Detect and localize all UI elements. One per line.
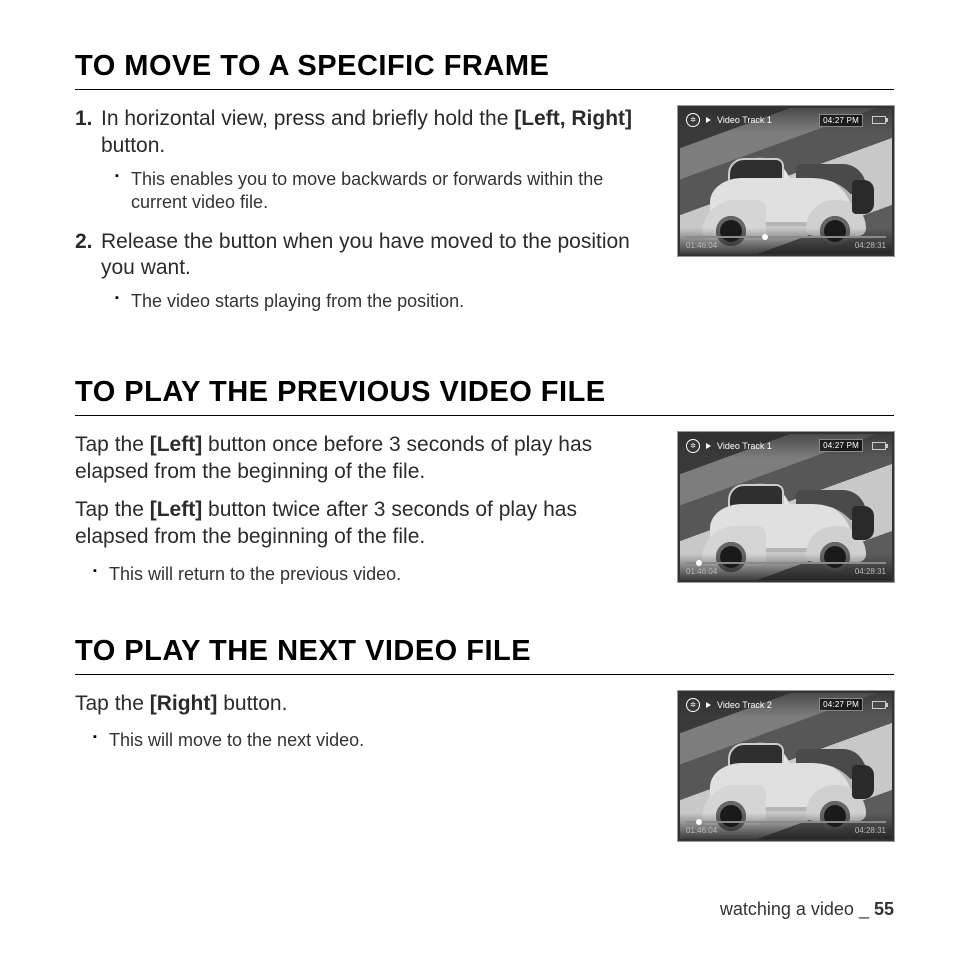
total-time: 04:28:31	[855, 241, 886, 250]
paragraph: Tap the [Left] button twice after 3 seco…	[75, 497, 654, 551]
bullet-item: This will move to the next video.	[93, 729, 654, 752]
text-column: Tap the [Left] button once before 3 seco…	[75, 432, 654, 587]
section-heading: TO PLAY THE NEXT VIDEO FILE	[75, 635, 894, 675]
clock-label: 04:27 PM	[819, 439, 863, 452]
battery-icon	[872, 701, 886, 709]
section-prev-file: TO PLAY THE PREVIOUS VIDEO FILE Tap the …	[75, 376, 894, 587]
sub-item: The video starts playing from the positi…	[115, 290, 654, 313]
page-footer: watching a video _ 55	[720, 899, 894, 920]
screenshot-3: ✲ Video Track 2 04:27 PM 01:46:04 04:28:…	[678, 691, 894, 841]
elapsed-time: 01:46:04	[686, 826, 717, 835]
bullet-item: This will return to the previous video.	[93, 563, 654, 586]
progress-bar	[686, 821, 886, 823]
footer-label: watching a video _	[720, 899, 874, 919]
clock-label: 04:27 PM	[819, 698, 863, 711]
step-number: 1.	[75, 106, 101, 160]
reel-icon: ✲	[686, 698, 700, 712]
reel-icon: ✲	[686, 113, 700, 127]
battery-icon	[872, 116, 886, 124]
sub-list: The video starts playing from the positi…	[75, 290, 654, 313]
screenshot-1: ✲ Video Track 1 04:27 PM 01:46:04 04:28:…	[678, 106, 894, 256]
track-label: Video Track 2	[717, 700, 772, 710]
progress-dot	[696, 560, 702, 566]
text-column: 1. In horizontal view, press and briefly…	[75, 106, 654, 328]
section-heading: TO PLAY THE PREVIOUS VIDEO FILE	[75, 376, 894, 416]
play-icon	[706, 702, 711, 708]
track-label: Video Track 1	[717, 115, 772, 125]
section-move-frame: TO MOVE TO A SPECIFIC FRAME 1. In horizo…	[75, 50, 894, 328]
sub-list: This enables you to move backwards or fo…	[75, 168, 654, 215]
step-text: Release the button when you have moved t…	[101, 229, 654, 283]
section-next-file: TO PLAY THE NEXT VIDEO FILE Tap the [Rig…	[75, 635, 894, 841]
clock-label: 04:27 PM	[819, 114, 863, 127]
total-time: 04:28:31	[855, 567, 886, 576]
play-icon	[706, 117, 711, 123]
progress-bar	[686, 562, 886, 564]
step-2: 2. Release the button when you have move…	[75, 229, 654, 283]
bullet-list: This will return to the previous video.	[75, 563, 654, 586]
page-number: 55	[874, 899, 894, 919]
section-heading: TO MOVE TO A SPECIFIC FRAME	[75, 50, 894, 90]
bullet-list: This will move to the next video.	[75, 729, 654, 752]
step-number: 2.	[75, 229, 101, 283]
screenshot-2: ✲ Video Track 1 04:27 PM 01:46:04 04:28:…	[678, 432, 894, 582]
battery-icon	[872, 442, 886, 450]
play-icon	[706, 443, 711, 449]
sub-item: This enables you to move backwards or fo…	[115, 168, 654, 215]
text-column: Tap the [Right] button. This will move t…	[75, 691, 654, 753]
total-time: 04:28:31	[855, 826, 886, 835]
step-1: 1. In horizontal view, press and briefly…	[75, 106, 654, 160]
paragraph: Tap the [Left] button once before 3 seco…	[75, 432, 654, 486]
progress-dot	[762, 234, 768, 240]
reel-icon: ✲	[686, 439, 700, 453]
progress-bar	[686, 236, 886, 238]
elapsed-time: 01:46:04	[686, 567, 717, 576]
track-label: Video Track 1	[717, 441, 772, 451]
elapsed-time: 01:46:04	[686, 241, 717, 250]
progress-dot	[696, 819, 702, 825]
step-text: In horizontal view, press and briefly ho…	[101, 106, 654, 160]
paragraph: Tap the [Right] button.	[75, 691, 654, 718]
